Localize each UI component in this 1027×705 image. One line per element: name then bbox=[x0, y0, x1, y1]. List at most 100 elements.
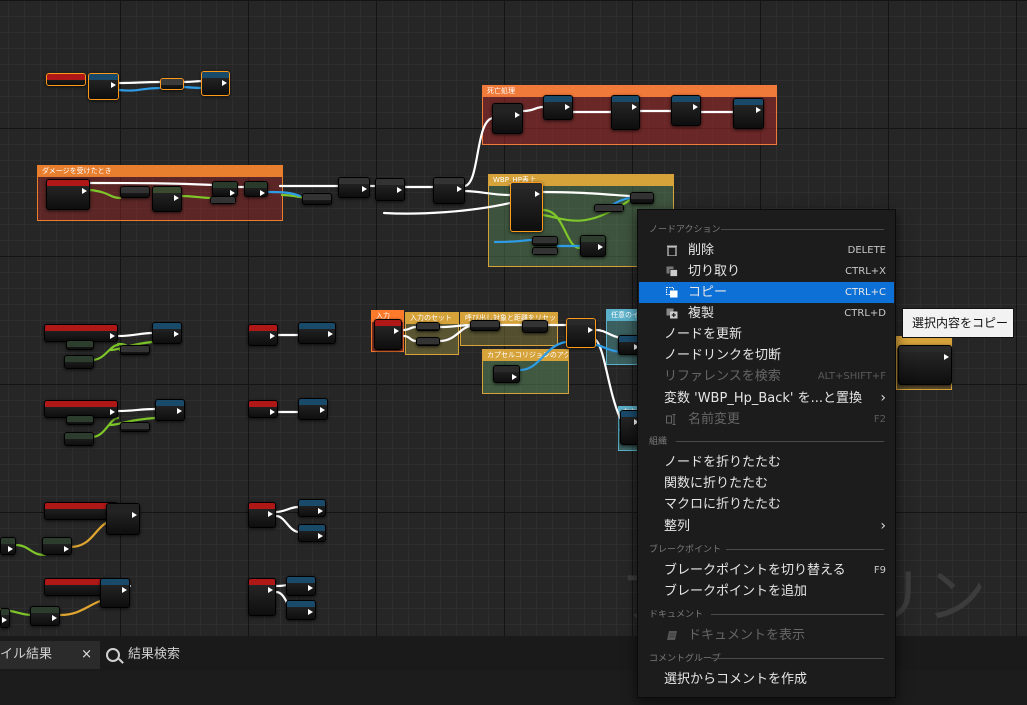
blueprint-node[interactable] bbox=[66, 340, 94, 350]
menu-item-align[interactable]: 整列 › bbox=[639, 516, 894, 537]
exec-wire bbox=[402, 325, 418, 332]
blueprint-node[interactable] bbox=[0, 537, 16, 555]
blueprint-node[interactable] bbox=[46, 179, 90, 210]
exec-pin-icon bbox=[110, 333, 115, 339]
blueprint-node[interactable] bbox=[120, 186, 150, 198]
section-divider bbox=[726, 549, 884, 550]
exec-pin-icon bbox=[756, 107, 761, 113]
blueprint-node[interactable] bbox=[493, 365, 520, 383]
blueprint-node[interactable] bbox=[492, 103, 523, 134]
node-header bbox=[249, 401, 277, 407]
blueprint-node[interactable] bbox=[152, 186, 182, 212]
blueprint-node[interactable] bbox=[248, 578, 276, 616]
node-header bbox=[249, 503, 275, 509]
exec-wire bbox=[541, 190, 632, 198]
node-header bbox=[523, 321, 547, 327]
tab-find-results[interactable]: 結果検索 bbox=[106, 641, 180, 669]
menu-item-show-document[interactable]: ドキュメントを表示 bbox=[639, 625, 894, 646]
blueprint-node[interactable] bbox=[46, 73, 86, 86]
blueprint-node[interactable] bbox=[580, 235, 606, 257]
menu-item-create-comment[interactable]: 選択からコメントを作成 bbox=[639, 669, 894, 690]
blueprint-node[interactable] bbox=[522, 320, 548, 333]
blueprint-node[interactable] bbox=[298, 322, 336, 344]
menu-item-collapse-function[interactable]: 関数に折りたたむ bbox=[639, 473, 894, 494]
blueprint-node[interactable] bbox=[416, 337, 440, 346]
menu-item-replace-variable[interactable]: 変数 'WBP_Hp_Back' を...と置換 › bbox=[639, 388, 894, 409]
blueprint-node[interactable] bbox=[510, 182, 543, 232]
blueprint-node[interactable] bbox=[630, 192, 654, 204]
blueprint-node[interactable] bbox=[733, 98, 764, 129]
tab-compile-results[interactable]: イル結果 × bbox=[0, 641, 100, 669]
blueprint-node[interactable] bbox=[286, 576, 316, 596]
blueprint-node[interactable] bbox=[100, 578, 130, 608]
blueprint-node[interactable] bbox=[248, 502, 276, 528]
blueprint-node[interactable] bbox=[0, 608, 10, 628]
blueprint-node[interactable] bbox=[898, 345, 952, 385]
blueprint-node[interactable] bbox=[248, 324, 278, 346]
blueprint-node[interactable] bbox=[120, 345, 150, 355]
close-icon[interactable]: × bbox=[81, 641, 92, 669]
blueprint-node[interactable] bbox=[120, 422, 150, 432]
blueprint-node[interactable] bbox=[338, 177, 370, 198]
blueprint-node[interactable] bbox=[298, 499, 326, 517]
exec-wire bbox=[594, 328, 622, 340]
menu-item-find-references[interactable]: リファレンスを検索 ALT+SHIFT+F bbox=[639, 366, 894, 387]
blueprint-node[interactable] bbox=[298, 398, 328, 420]
menu-item-toggle-breakpoint[interactable]: ブレークポイントを切り替える F9 bbox=[639, 560, 894, 581]
node-header bbox=[47, 74, 85, 80]
node-header bbox=[47, 180, 89, 186]
blueprint-node[interactable] bbox=[88, 73, 119, 100]
cut-icon bbox=[666, 266, 678, 277]
menu-item-add-breakpoint[interactable]: ブレークポイントを追加 bbox=[639, 581, 894, 602]
blueprint-node[interactable] bbox=[433, 177, 465, 204]
node-header bbox=[65, 356, 93, 362]
menu-item-rename[interactable]: 名前変更 F2 bbox=[639, 409, 894, 430]
blueprint-node[interactable] bbox=[30, 606, 60, 626]
blueprint-node[interactable] bbox=[106, 503, 140, 535]
blueprint-node[interactable] bbox=[302, 193, 332, 205]
menu-item-copy[interactable]: コピー CTRL+C bbox=[639, 282, 894, 303]
blueprint-node[interactable] bbox=[298, 524, 326, 542]
blueprint-node[interactable] bbox=[64, 355, 94, 369]
blueprint-node[interactable] bbox=[543, 95, 573, 120]
blueprint-node[interactable] bbox=[160, 78, 184, 90]
blueprint-node[interactable] bbox=[210, 196, 236, 204]
chevron-right-icon: › bbox=[880, 390, 886, 406]
menu-item-collapse-nodes[interactable]: ノードを折りたたむ bbox=[639, 452, 894, 473]
blueprint-node[interactable] bbox=[155, 399, 185, 421]
blueprint-node[interactable] bbox=[212, 181, 238, 197]
node-header bbox=[631, 193, 653, 199]
blueprint-node[interactable] bbox=[611, 95, 640, 130]
blueprint-node[interactable] bbox=[532, 236, 558, 246]
menu-item-collapse-macro[interactable]: マクロに折りたたむ bbox=[639, 494, 894, 515]
section-comment-group: コメントグループ bbox=[649, 651, 884, 665]
blueprint-node[interactable] bbox=[470, 320, 500, 331]
blueprint-node[interactable] bbox=[201, 71, 230, 96]
blueprint-node[interactable] bbox=[375, 178, 405, 201]
blueprint-node[interactable] bbox=[286, 600, 316, 620]
menu-item-cut[interactable]: 切り取り CTRL+X bbox=[639, 261, 894, 282]
blueprint-node[interactable] bbox=[594, 204, 624, 212]
node-header bbox=[249, 325, 277, 331]
exec-pin-icon bbox=[632, 104, 637, 110]
blueprint-node[interactable] bbox=[64, 432, 94, 446]
blueprint-node[interactable] bbox=[152, 322, 182, 344]
menu-item-delete[interactable]: 削除 DELETE bbox=[639, 240, 894, 261]
blueprint-node[interactable] bbox=[671, 95, 701, 126]
blueprint-node[interactable] bbox=[244, 181, 268, 197]
exec-pin-icon bbox=[122, 587, 127, 593]
blueprint-node[interactable] bbox=[416, 322, 440, 331]
search-icon bbox=[106, 648, 120, 662]
blueprint-node[interactable] bbox=[66, 415, 94, 425]
node-header bbox=[303, 194, 331, 200]
blueprint-node[interactable] bbox=[566, 318, 596, 348]
menu-item-duplicate[interactable]: 複製 CTRL+D bbox=[639, 303, 894, 324]
exec-pin-icon bbox=[318, 533, 323, 539]
object-wire bbox=[518, 340, 568, 372]
blueprint-node[interactable] bbox=[248, 400, 278, 418]
blueprint-node[interactable] bbox=[532, 247, 558, 255]
blueprint-node[interactable] bbox=[374, 319, 402, 350]
menu-item-refresh-nodes[interactable]: ノードを更新 bbox=[639, 324, 894, 345]
blueprint-node[interactable] bbox=[42, 537, 72, 555]
menu-item-break-links[interactable]: ノードリンクを切断 bbox=[639, 345, 894, 366]
